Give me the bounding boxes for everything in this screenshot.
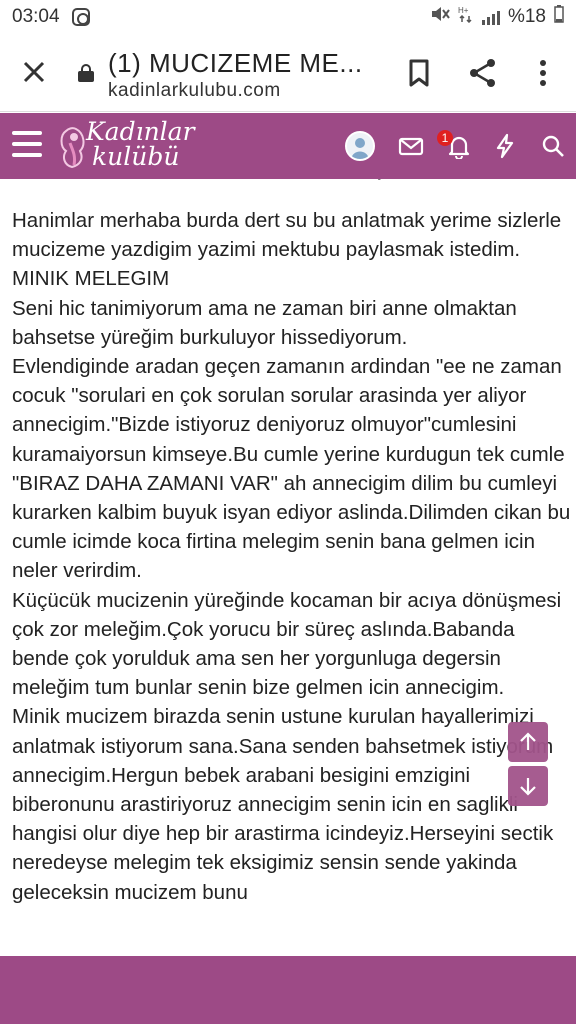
bookmark-icon[interactable] (402, 56, 436, 90)
site-header: Kadınlar kulübü 1 (0, 113, 576, 179)
battery-icon (554, 5, 564, 29)
instagram-icon (71, 8, 90, 26)
arrow-up-icon (520, 732, 536, 750)
post-body: Hanimlar merhaba burda dert su bu anlatm… (12, 206, 572, 956)
browser-toolbar: (1) MUCIZEME ME... kadinlarkulubu.com (0, 34, 576, 112)
search-icon[interactable] (540, 133, 566, 159)
page-url[interactable]: kadinlarkulubu.com (108, 80, 281, 102)
avatar[interactable] (345, 131, 375, 161)
notification-badge[interactable]: 1 (437, 130, 453, 146)
lock-icon (78, 64, 94, 82)
status-time: 03:04 (12, 6, 60, 27)
logo-line-2: kulübü (92, 142, 180, 171)
menu-icon[interactable] (12, 131, 42, 159)
more-vert-icon[interactable] (528, 56, 562, 90)
site-logo[interactable]: Kadınlar kulübü (86, 119, 195, 169)
data-icon: H+ (458, 5, 474, 29)
scroll-up-button[interactable] (508, 722, 548, 762)
bottom-bar (0, 956, 576, 1024)
svg-text:H+: H+ (458, 6, 469, 15)
arrow-down-icon (520, 778, 536, 796)
signal-icon (481, 9, 500, 25)
scroll-down-button[interactable] (508, 766, 548, 806)
post-text: Hanimlar merhaba burda dert su bu anlatm… (12, 209, 571, 904)
logo-line-1: Kadınlar (86, 117, 195, 146)
battery-level: %18 (507, 6, 546, 27)
share-icon[interactable] (466, 56, 500, 90)
mail-icon[interactable] (398, 133, 424, 159)
bolt-icon[interactable] (492, 133, 518, 159)
status-bar: 03:04 H+ %18 (0, 0, 576, 34)
close-icon[interactable] (18, 56, 50, 88)
page-title[interactable]: (1) MUCIZEME ME... (108, 48, 363, 79)
mute-icon (430, 5, 450, 29)
